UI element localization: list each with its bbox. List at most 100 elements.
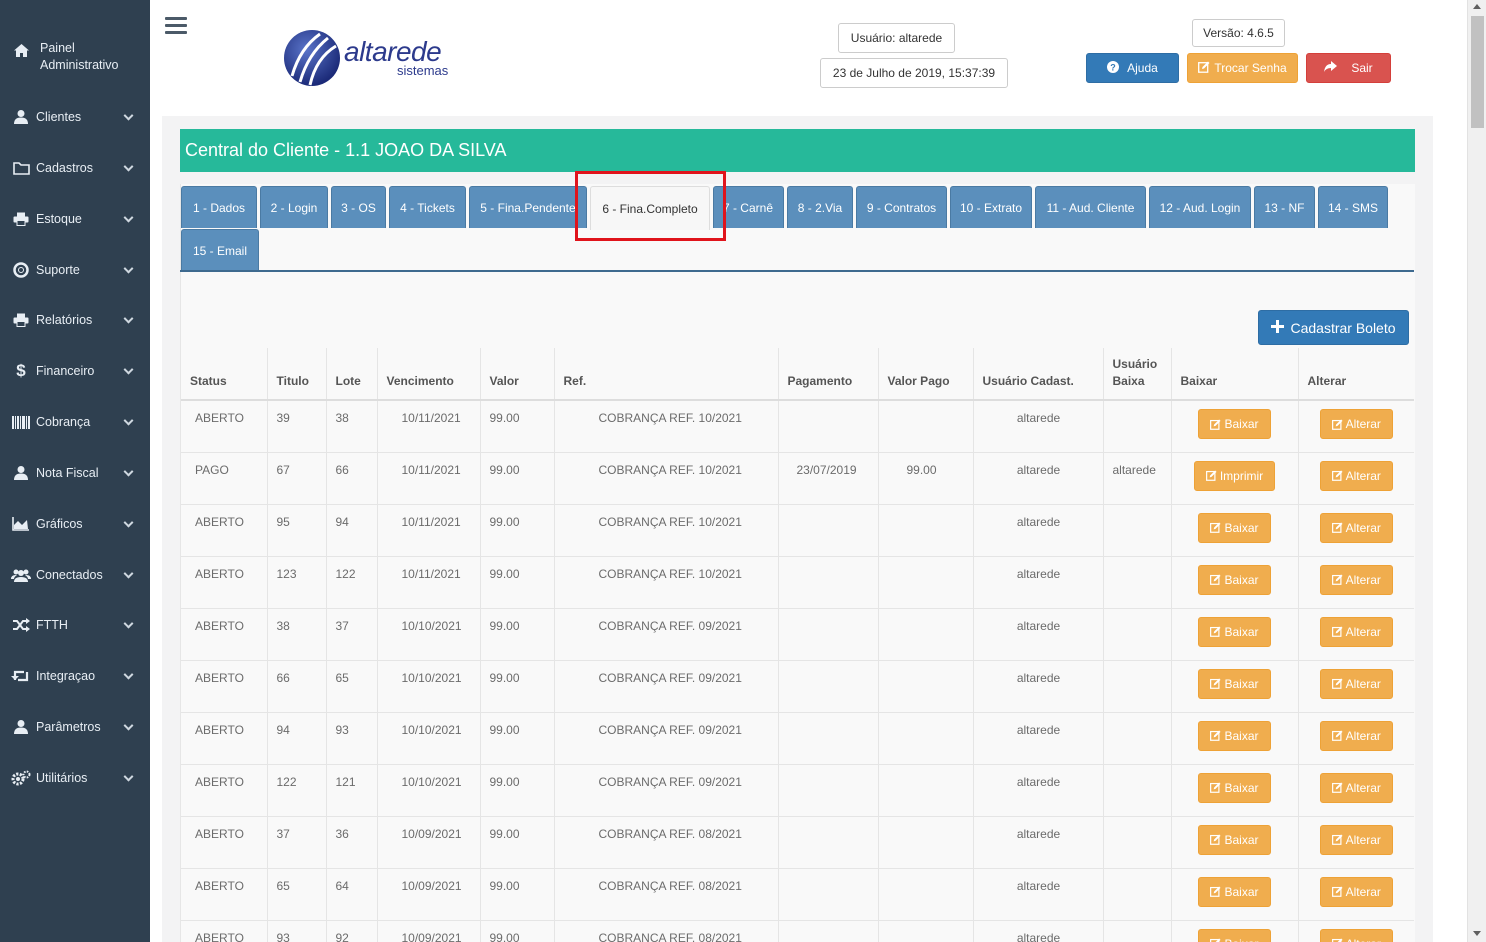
tab-aud-login[interactable]: 12 - Aud. Login (1149, 186, 1251, 228)
sidebar-item-conectados[interactable]: Conectados (0, 550, 150, 600)
alterar-button[interactable]: Alterar (1319, 460, 1393, 491)
alterar-button[interactable]: Alterar (1319, 876, 1393, 907)
col-header-titulo[interactable]: Titulo (267, 348, 327, 401)
alterar-button[interactable]: Alterar (1319, 928, 1393, 942)
sidebar-item-suporte[interactable]: Suporte (0, 245, 150, 295)
col-header-valor[interactable]: Valor (480, 348, 555, 401)
alterar-button[interactable]: Alterar (1319, 668, 1393, 699)
chevron-down-icon (123, 161, 134, 172)
tab-os[interactable]: 3 - OS (331, 186, 386, 228)
tab-fina-pendente[interactable]: 5 - Fina.Pendente (469, 186, 587, 228)
menu-toggle-icon[interactable] (165, 17, 187, 36)
col-header-usuario-baixa[interactable]: Usuário Baixa (1103, 348, 1172, 401)
tab-dados[interactable]: 1 - Dados (181, 186, 257, 228)
col-header-usuario-cadast[interactable]: Usuário Cadast. (973, 348, 1104, 401)
help-button[interactable]: ? Ajuda (1086, 53, 1179, 83)
col-header-lote[interactable]: Lote (326, 348, 378, 401)
cell-alterar: Alterar (1298, 607, 1414, 660)
change-password-button[interactable]: Trocar Senha (1187, 53, 1298, 83)
cell-pagamento (778, 919, 879, 942)
tab-email[interactable]: 15 - Email (181, 229, 259, 271)
sidebar-item-clientes[interactable]: Clientes (0, 92, 150, 142)
table-row: ABERTO 122 121 10/10/2021 99.00 COBRANÇA REF.… (181, 763, 1414, 816)
chevron-down-icon (123, 263, 134, 274)
cell-baixar: Baixar (1171, 503, 1299, 556)
cell-titulo: 94 (267, 711, 327, 764)
alterar-button[interactable]: Alterar (1319, 824, 1393, 855)
baixar-button[interactable]: Baixar (1198, 668, 1271, 699)
cell-alterar: Alterar (1298, 503, 1414, 556)
tab-extrato[interactable]: 10 - Extrato (950, 186, 1032, 228)
col-header-valor-pago[interactable]: Valor Pago (878, 348, 974, 401)
cell-valor: 99.00 (480, 555, 555, 608)
chevron-down-icon (123, 364, 134, 375)
question-circle-icon: ? (1107, 60, 1120, 76)
tab-tickets[interactable]: 4 - Tickets (389, 186, 466, 228)
sidebar-item-nota-fiscal[interactable]: Nota Fiscal (0, 448, 150, 498)
sidebar-item-cobranca[interactable]: Cobrança (0, 397, 150, 447)
baixar-button[interactable]: Baixar (1198, 720, 1271, 751)
edit-icon (1210, 730, 1222, 741)
page-title: Central do Cliente - 1.1 JOAO DA SILVA (180, 129, 1415, 172)
baixar-button[interactable]: Baixar (1198, 512, 1271, 543)
cell-usuario-baixa (1103, 763, 1172, 816)
tab-contratos[interactable]: 9 - Contratos (856, 186, 947, 228)
alterar-button[interactable]: Alterar (1319, 564, 1393, 595)
alterar-button[interactable]: Alterar (1319, 512, 1393, 543)
sidebar-item-graficos[interactable]: Gráficos (0, 499, 150, 549)
col-header-ref[interactable]: Ref. (554, 348, 779, 401)
cell-lote: 94 (326, 503, 378, 556)
vertical-scrollbar[interactable] (1467, 0, 1486, 942)
scroll-down-icon[interactable] (1473, 931, 1481, 936)
cell-usuario-baixa (1103, 711, 1172, 764)
sidebar-item-parametros[interactable]: Parâmetros (0, 702, 150, 752)
col-header-status[interactable]: Status (181, 348, 268, 401)
cell-usuario-baixa (1103, 919, 1172, 942)
tab-aud-cliente[interactable]: 11 - Aud. Cliente (1035, 186, 1146, 228)
cell-usuario-baixa (1103, 867, 1172, 920)
col-header-pagamento[interactable]: Pagamento (778, 348, 879, 401)
sidebar-item-utilitarios[interactable]: Utilitários (0, 753, 150, 803)
sidebar-item-estoque[interactable]: Estoque (0, 194, 150, 244)
sidebar-item-ftth[interactable]: FTTH (0, 600, 150, 650)
tab-fina-completo[interactable]: 6 - Fina.Completo (590, 186, 710, 230)
sidebar-item-painel[interactable]: Painel Administrativo (0, 35, 150, 81)
baixar-button[interactable]: Baixar (1198, 772, 1271, 803)
tab-carne[interactable]: 7 - Carnê (713, 186, 784, 228)
baixar-button[interactable]: Baixar (1198, 876, 1271, 907)
edit-icon (1210, 626, 1222, 637)
add-boleto-label: Cadastrar Boleto (1290, 319, 1396, 336)
sidebar-item-relatorios[interactable]: Relatórios (0, 295, 150, 345)
button-label: Baixar (1224, 417, 1259, 431)
alterar-button[interactable]: Alterar (1319, 772, 1393, 803)
baixar-button[interactable]: Baixar (1198, 564, 1271, 595)
baixar-button[interactable]: Baixar (1198, 824, 1271, 855)
cell-valor: 99.00 (480, 503, 555, 556)
tab-sms[interactable]: 14 - SMS (1318, 186, 1388, 228)
cell-vencimento: 10/09/2021 (377, 815, 481, 868)
tab-nf[interactable]: 13 - NF (1254, 186, 1315, 228)
baixar-button[interactable]: Baixar (1198, 616, 1271, 647)
sidebar-item-cadastros[interactable]: Cadastros (0, 143, 150, 193)
alterar-button[interactable]: Alterar (1319, 616, 1393, 647)
current-user-badge: Usuário: altarede (838, 23, 955, 53)
add-boleto-button[interactable]: Cadastrar Boleto (1258, 310, 1409, 345)
scrollbar-thumb[interactable] (1471, 16, 1484, 128)
cell-baixar: Baixar (1171, 399, 1299, 452)
alterar-button[interactable]: Alterar (1319, 409, 1393, 439)
scroll-up-icon[interactable] (1473, 4, 1481, 9)
print-button[interactable]: Imprimir (1193, 460, 1276, 491)
col-header-vencimento[interactable]: Vencimento (377, 348, 481, 401)
baixar-button[interactable]: Baixar (1198, 409, 1271, 439)
sidebar-item-financeiro[interactable]: $ Financeiro (0, 346, 150, 396)
alterar-button[interactable]: Alterar (1319, 720, 1393, 751)
svg-text:?: ? (1110, 62, 1116, 72)
baixar-button[interactable]: Baixar (1198, 928, 1271, 942)
lifebuoy-icon (10, 261, 32, 279)
cell-vencimento: 10/10/2021 (377, 711, 481, 764)
sidebar-item-integracao[interactable]: Integraçao (0, 651, 150, 701)
tab-login[interactable]: 2 - Login (260, 186, 328, 228)
exit-button[interactable]: Sair (1306, 53, 1391, 83)
cell-alterar: Alterar (1298, 711, 1414, 764)
tab-2via[interactable]: 8 - 2.Via (787, 186, 853, 228)
